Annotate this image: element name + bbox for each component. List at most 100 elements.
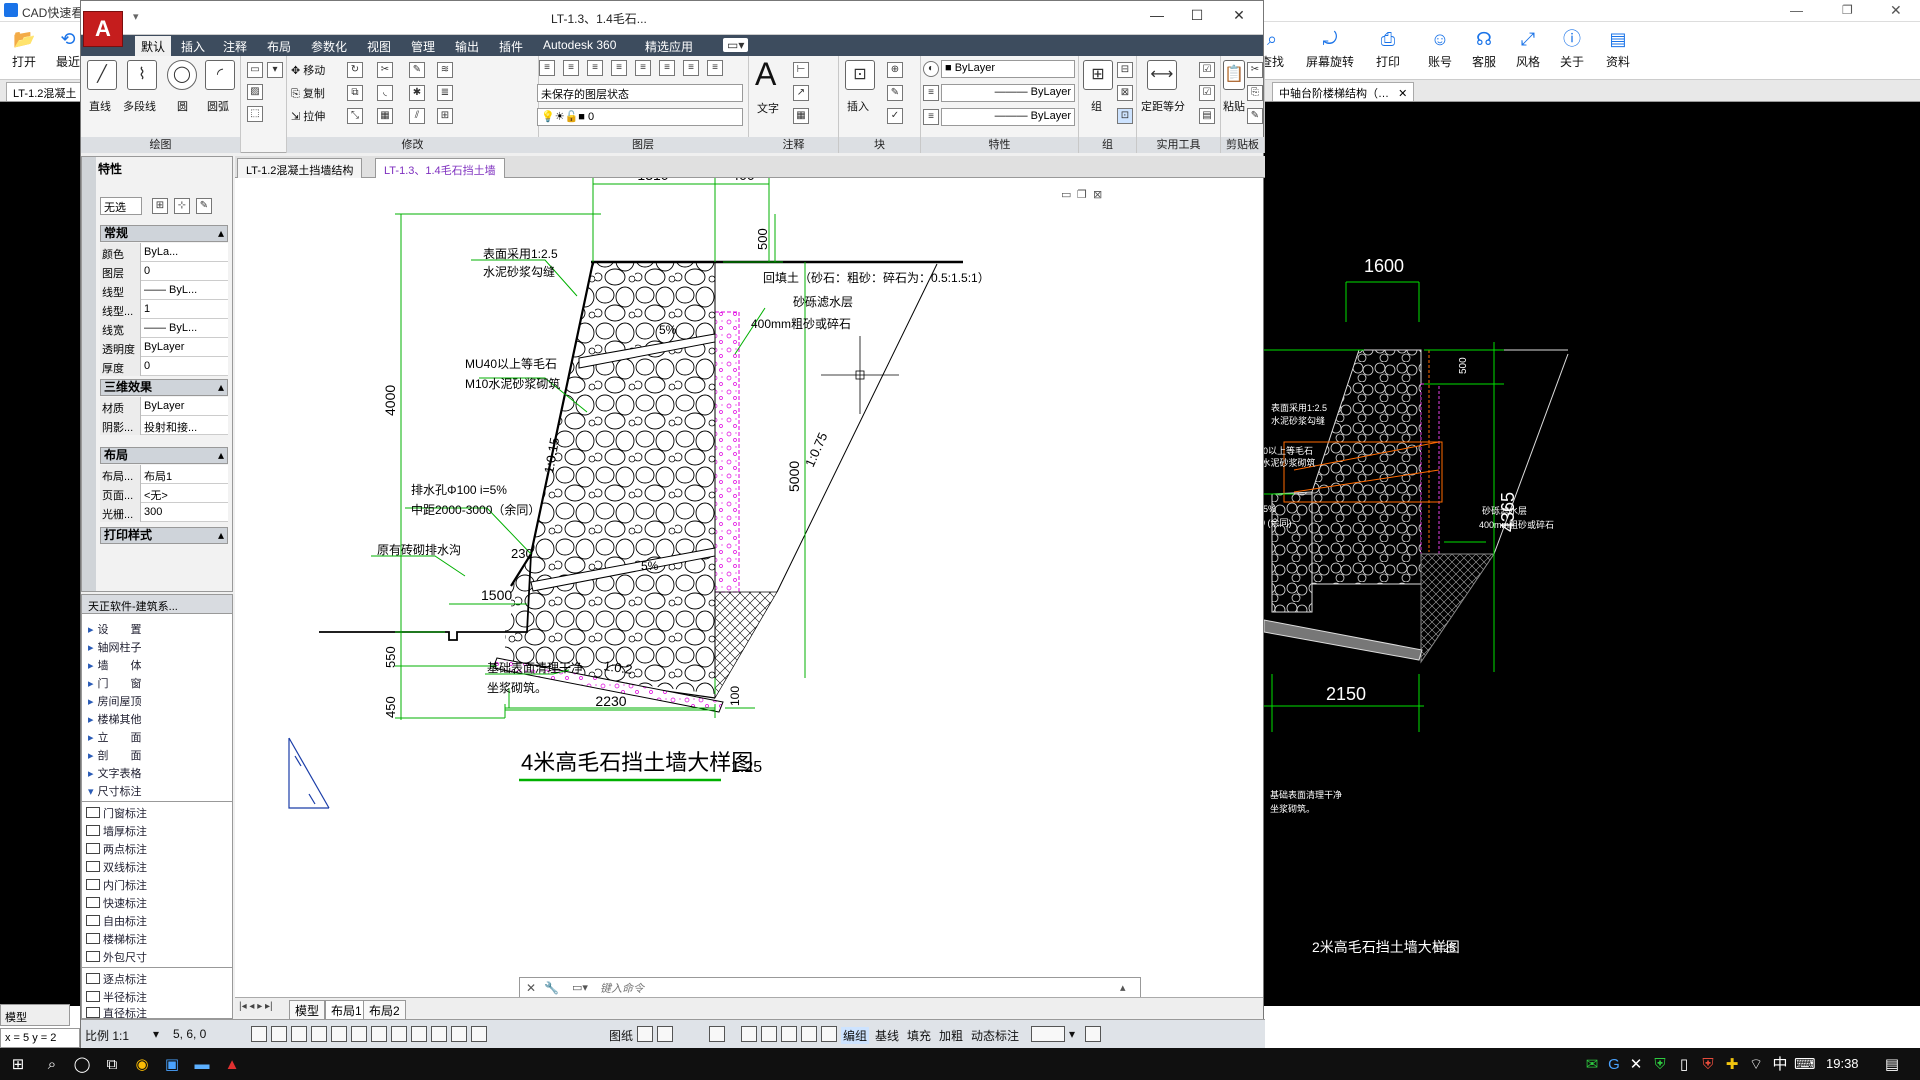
viewport-icon[interactable]: [637, 1026, 653, 1042]
tianzheng-title[interactable]: 天正软件-建筑系...: [82, 595, 232, 614]
tab-autodesk-360[interactable]: Autodesk 360: [543, 38, 616, 52]
fill-toggle[interactable]: 填充: [907, 1027, 931, 1044]
tz-tool[interactable]: 逐点标注: [86, 971, 147, 987]
prop-row[interactable]: 图层 0: [100, 262, 228, 281]
grid-icon[interactable]: [271, 1026, 287, 1042]
clean-screen-icon[interactable]: [1031, 1026, 1065, 1042]
paste-icon[interactable]: 📋: [1223, 60, 1245, 90]
tz-tool[interactable]: 墙厚标注: [86, 823, 147, 839]
style-button[interactable]: ⤢ 风格: [1506, 28, 1550, 70]
section-3d[interactable]: 三维效果 ▴: [100, 379, 228, 396]
prop-row[interactable]: 透明度 ByLayer: [100, 338, 228, 357]
layer-tool-icon-8[interactable]: ≡: [707, 60, 723, 76]
quick-select-icon[interactable]: ☑: [1199, 85, 1215, 101]
linetype-icon[interactable]: ≡: [923, 85, 939, 101]
minimize-button[interactable]: —: [1144, 7, 1170, 27]
selection-combo[interactable]: 无选: [100, 197, 142, 215]
polyline-icon[interactable]: ⌇: [127, 60, 157, 90]
match-color-icon[interactable]: ◐: [923, 61, 939, 77]
layer-tool-icon-7[interactable]: ≡: [683, 60, 699, 76]
circle-icon[interactable]: ◯: [167, 60, 197, 90]
arc-icon[interactable]: ◜: [205, 60, 235, 90]
dimension-icon[interactable]: ⊢: [793, 62, 809, 78]
explode-icon[interactable]: ✱: [409, 85, 425, 101]
minimize-icon[interactable]: —: [1790, 3, 1803, 18]
anno-scale-icon[interactable]: [741, 1026, 757, 1042]
windows-start-icon[interactable]: ⊞: [8, 1055, 28, 1075]
maximize-vp-icon[interactable]: [657, 1026, 673, 1042]
line-icon[interactable]: ╱: [87, 60, 117, 90]
group-select-icon[interactable]: ⊡: [1117, 108, 1133, 124]
dropdown-icon[interactable]: ▾: [1069, 1027, 1075, 1041]
bg-model-tab[interactable]: 模型: [0, 1004, 70, 1026]
tz-menu-item[interactable]: ▸ 立 面: [88, 729, 142, 745]
prop-row[interactable]: 线宽 —— ByL...: [100, 319, 228, 338]
tz-tool[interactable]: 内门标注: [86, 877, 147, 893]
ime-indicator[interactable]: 中: [1770, 1055, 1790, 1075]
linetype-combo[interactable]: ——— ByLayer: [941, 84, 1075, 102]
anno-visibility-icon[interactable]: [761, 1026, 777, 1042]
panel-layers-title[interactable]: 图层: [537, 137, 749, 153]
layer-current-combo[interactable]: 💡☀🔓■ 0: [537, 108, 743, 126]
tz-tool[interactable]: 楼梯标注: [86, 931, 147, 947]
hatch-icon[interactable]: ▨: [247, 84, 263, 100]
lineweight-combo[interactable]: ——— ByLayer: [941, 108, 1075, 126]
layout-tab-model[interactable]: 模型: [289, 1000, 326, 1021]
tab-close-icon[interactable]: ✕: [1398, 88, 1407, 100]
layer-tool-icon-1[interactable]: ≡: [539, 60, 555, 76]
group-toggle[interactable]: 编组: [841, 1027, 870, 1044]
tab-output[interactable]: 输出: [455, 38, 479, 55]
prop-row[interactable]: 布局... 布局1: [100, 465, 228, 484]
app-icon-1[interactable]: ▣: [162, 1055, 182, 1075]
tray-icon-shield[interactable]: ⛨: [1698, 1055, 1718, 1075]
doc-tab-1[interactable]: LT-1.2混凝土挡墙结构: [237, 158, 363, 178]
multitask-icon[interactable]: ⧉: [102, 1055, 122, 1075]
leader-icon[interactable]: ↗: [793, 85, 809, 101]
layer-tool-icon-6[interactable]: ≡: [659, 60, 675, 76]
layer-state-combo[interactable]: 未保存的图层状态: [537, 84, 743, 102]
boundary-icon[interactable]: ⬚: [247, 106, 263, 122]
ribbon-toggle-icon[interactable]: ▭▾: [723, 38, 749, 52]
rotate-screen-button[interactable]: ⤾ 屏幕旋转: [1302, 28, 1358, 70]
tz-menu-item[interactable]: ▸ 楼梯其他: [88, 711, 142, 727]
panel-draw-title[interactable]: 绘图: [81, 137, 240, 153]
layer-tool-icon-3[interactable]: ≡: [587, 60, 603, 76]
array-icon[interactable]: ▦: [377, 108, 393, 124]
command-input[interactable]: [600, 981, 1100, 997]
stretch-tool[interactable]: ⇲ 拉伸: [291, 108, 325, 124]
print-button[interactable]: ⎙ 打印: [1366, 28, 1410, 70]
dropdown-icon[interactable]: ▾: [267, 62, 283, 78]
osnap-icon[interactable]: [331, 1026, 347, 1042]
tz-menu-item[interactable]: ▾ 尺寸标注: [88, 783, 142, 799]
account-button[interactable]: ☺ 账号: [1418, 28, 1462, 70]
drawing-canvas[interactable]: ▭ ❐ ⊠ 500 4000 5000 550 450 1500 230 223…: [235, 178, 1263, 997]
battery-icon[interactable]: ▯: [1674, 1055, 1694, 1075]
dynamic-dim-toggle[interactable]: 动态标注: [971, 1027, 1019, 1044]
tz-tool[interactable]: 半径标注: [86, 989, 147, 1005]
id-point-icon[interactable]: ▤: [1199, 108, 1215, 124]
resources-button[interactable]: ▤ 资料: [1596, 28, 1640, 70]
copy-clip-icon[interactable]: ⎘: [1247, 85, 1263, 101]
panel-clipboard-title[interactable]: 剪贴板: [1221, 137, 1264, 153]
polar-icon[interactable]: [311, 1026, 327, 1042]
tab-featured-apps[interactable]: 精选应用: [645, 38, 693, 55]
tray-icon-plus[interactable]: ✚: [1722, 1055, 1742, 1075]
app-icon-2[interactable]: ▬: [192, 1055, 212, 1075]
tpy-icon[interactable]: [431, 1026, 447, 1042]
annotation-icon[interactable]: [709, 1026, 725, 1042]
fillet-icon[interactable]: ◟: [377, 85, 393, 101]
color-combo[interactable]: ■ ByLayer: [941, 60, 1075, 78]
layout-tab-2[interactable]: 布局2: [363, 1000, 406, 1021]
restore-icon[interactable]: ❐: [1842, 3, 1853, 17]
bold-toggle[interactable]: 加粗: [939, 1027, 963, 1044]
layout-tab-1[interactable]: 布局1: [325, 1000, 368, 1021]
sc-icon[interactable]: [471, 1026, 487, 1042]
toggle-pickadd-icon[interactable]: ⊞: [152, 198, 168, 214]
panel-block-title[interactable]: 块: [839, 137, 920, 153]
rotate-icon[interactable]: ↻: [347, 62, 363, 78]
prop-row[interactable]: 线型... 1: [100, 300, 228, 319]
create-block-icon[interactable]: ⊕: [887, 62, 903, 78]
panel-properties-title[interactable]: 特性: [921, 137, 1078, 153]
doc-tab-2[interactable]: LT-1.3、1.4毛石挡土墙: [375, 158, 505, 178]
tz-tool[interactable]: 门窗标注: [86, 805, 147, 821]
